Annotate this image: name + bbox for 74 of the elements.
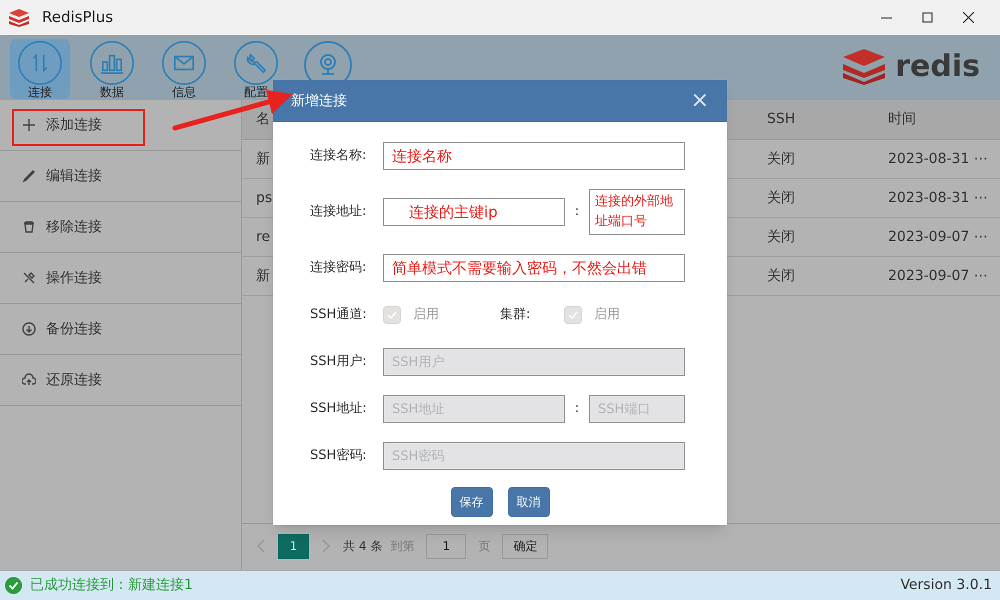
field-label: 集群: bbox=[500, 306, 532, 324]
column-header: 时间 bbox=[887, 110, 916, 129]
field-label: SSH通道: bbox=[310, 306, 368, 324]
page-input[interactable]: 1 bbox=[426, 534, 466, 558]
plus-icon bbox=[22, 118, 36, 132]
bars-icon bbox=[87, 40, 137, 86]
table-cell: ps bbox=[256, 190, 272, 206]
field-label: 连接密码: bbox=[310, 259, 368, 278]
close-button[interactable]: × bbox=[690, 90, 709, 112]
checkbox-label: 启用 bbox=[594, 306, 620, 324]
close-icon[interactable] bbox=[963, 12, 974, 23]
mail-icon bbox=[159, 40, 209, 86]
address-field[interactable]: 连接的主键ip bbox=[383, 198, 565, 226]
toolbar-button[interactable]: 数据 bbox=[82, 39, 142, 99]
field-label: SSH密码: bbox=[310, 447, 368, 466]
checkmark-icon bbox=[567, 309, 579, 321]
total-count: 共 4 条 bbox=[343, 538, 382, 555]
table-cell-text: 2023-09-07 ⋯ bbox=[887, 266, 988, 286]
cloud-icon bbox=[22, 373, 36, 387]
name-field[interactable]: 连接名称 bbox=[383, 142, 685, 170]
sidebar-item[interactable]: 编辑连接 bbox=[0, 151, 241, 202]
previous-page-icon[interactable] bbox=[256, 539, 266, 553]
dialog-title: 新增连接 bbox=[291, 92, 347, 110]
cubes-logo-icon bbox=[841, 49, 888, 85]
table-cell-text: 关闭 bbox=[766, 150, 796, 168]
logo-text: redis bbox=[895, 52, 980, 82]
success-icon bbox=[5, 577, 22, 594]
toolbar-button[interactable]: 信息 bbox=[154, 39, 214, 99]
field-label: SSH用户: bbox=[310, 353, 368, 372]
page-unit: 页 bbox=[478, 538, 490, 555]
arrows-icon bbox=[15, 40, 65, 86]
column-header: 名 bbox=[256, 111, 270, 127]
table-cell-text: 关闭 bbox=[766, 266, 796, 286]
field-label: SSH地址: bbox=[310, 400, 368, 418]
table-cell: 新 bbox=[256, 150, 270, 166]
confirm-button[interactable]: 确定 bbox=[502, 534, 548, 558]
trash-icon bbox=[22, 220, 36, 234]
toolbar-button[interactable]: 连接 bbox=[10, 39, 70, 99]
table-cell-text: 2023-09-07 ⋯ bbox=[887, 228, 988, 246]
version-text: Version 3.0.1 bbox=[900, 576, 993, 595]
table-cell-text: 关闭 bbox=[766, 228, 796, 246]
sidebar-item[interactable]: 添加连接 bbox=[0, 100, 241, 151]
sidebar-item[interactable]: 操作连接 bbox=[0, 253, 241, 304]
save-button[interactable]: 保存 bbox=[450, 487, 492, 517]
separator-colon: : bbox=[574, 400, 580, 418]
column-header: SSH bbox=[766, 110, 796, 129]
table-cell: 新 bbox=[256, 268, 270, 284]
field-label: 连接名称: bbox=[310, 147, 368, 166]
table-cell-text: 2023-08-31 ⋯ bbox=[887, 150, 988, 168]
table-cell-text: 2023-08-31 ⋯ bbox=[887, 188, 988, 208]
table-cell: re bbox=[256, 228, 270, 244]
maximize-icon[interactable] bbox=[922, 12, 933, 23]
download-icon bbox=[22, 322, 36, 336]
next-page-icon[interactable] bbox=[321, 539, 331, 553]
cancel-button[interactable]: 取消 bbox=[508, 487, 550, 517]
sidebar-item[interactable]: 备份连接 bbox=[0, 304, 241, 355]
separator-colon: : bbox=[574, 203, 580, 222]
sidebar-item[interactable]: 还原连接 bbox=[0, 355, 241, 406]
app-logo-icon bbox=[8, 8, 30, 26]
toolbar-button[interactable]: 配置 bbox=[226, 39, 286, 99]
wrench-icon bbox=[231, 40, 281, 86]
field-label: 连接地址: bbox=[310, 203, 368, 222]
checkbox-label: 启用 bbox=[413, 306, 439, 324]
checkmark-icon bbox=[386, 309, 398, 321]
table-cell-text: 关闭 bbox=[766, 188, 796, 208]
window-title: RedisPlus bbox=[42, 7, 114, 28]
page-button[interactable]: 1 bbox=[278, 534, 309, 558]
tools-icon bbox=[22, 271, 36, 285]
sidebar-item[interactable]: 移除连接 bbox=[0, 202, 241, 253]
port-field[interactable]: 连接的外部地址端口号 bbox=[589, 189, 685, 235]
status-message: 已成功连接到：新建连接1 bbox=[30, 576, 193, 595]
goto-label: 到第 bbox=[390, 538, 414, 555]
pencil-icon bbox=[22, 169, 36, 183]
password-field[interactable]: 简单模式不需要输入密码，不然会出错 bbox=[383, 254, 685, 282]
